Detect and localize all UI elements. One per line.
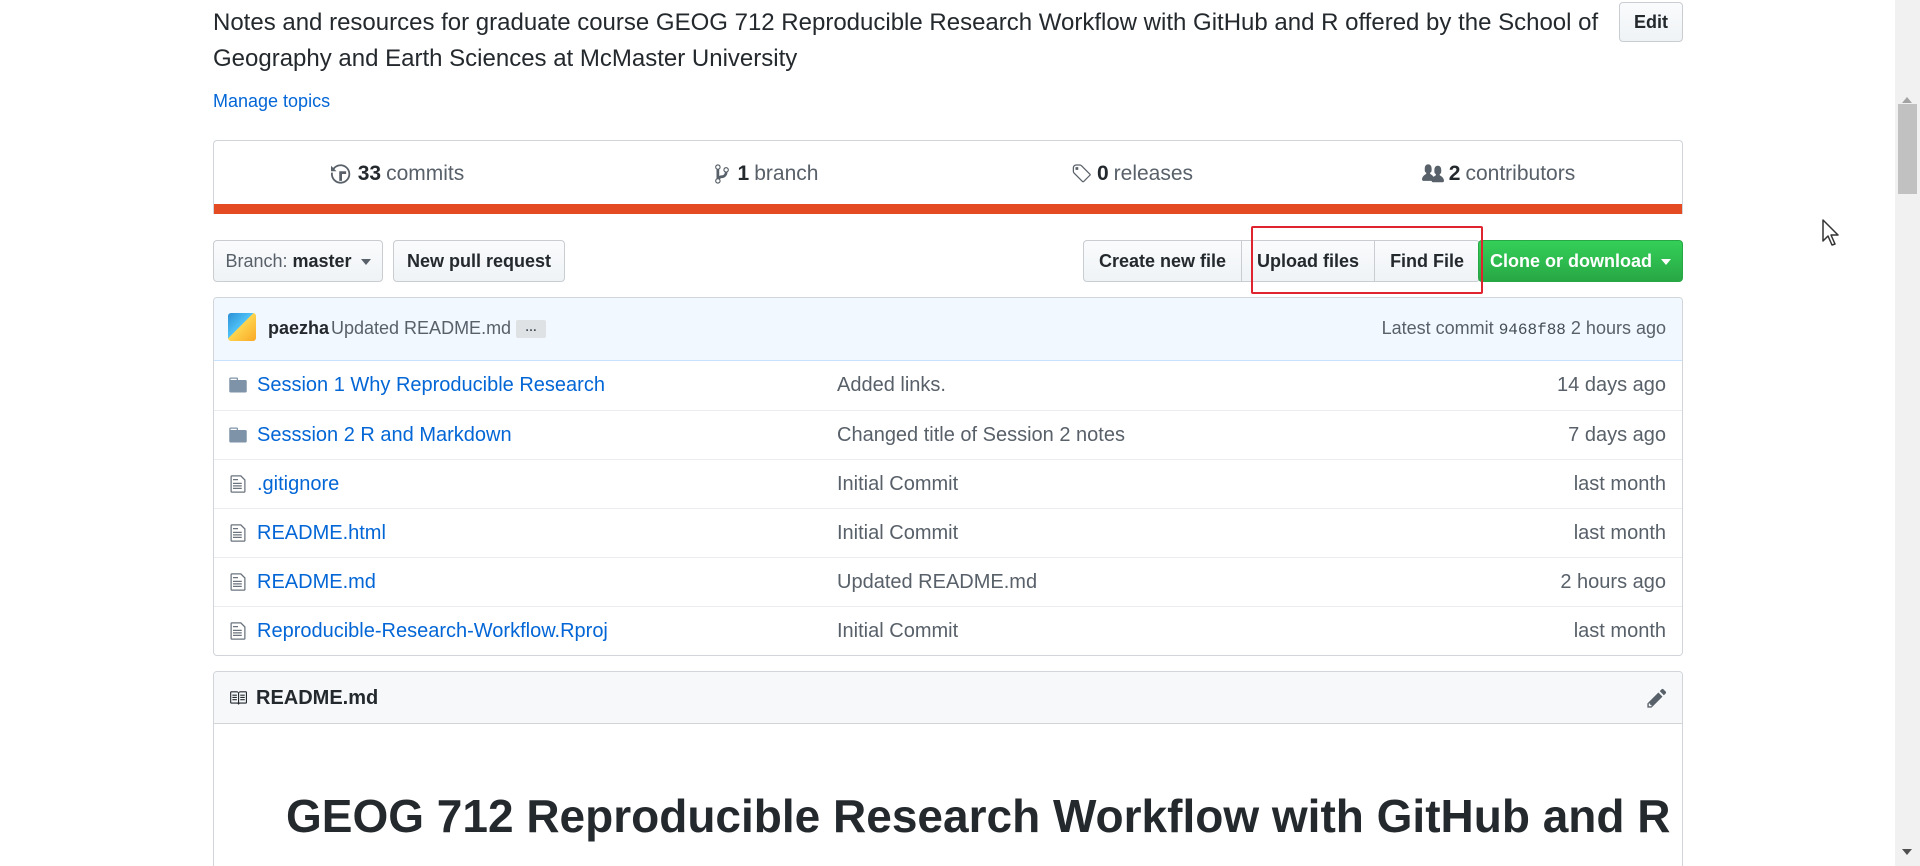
file-commit-message-link[interactable]: Changed title of Session 2 notes xyxy=(837,424,1125,447)
highlight-annotation-box xyxy=(1251,226,1483,294)
file-row: README.md Updated README.md 2 hours ago xyxy=(214,557,1682,606)
contributors-stat[interactable]: 2 contributors xyxy=(1315,141,1682,206)
branch-name: master xyxy=(292,251,352,271)
scroll-up-arrow-icon[interactable] xyxy=(1902,97,1912,103)
latest-commit-age: 2 hours ago xyxy=(1570,318,1666,338)
file-icon xyxy=(228,523,248,543)
author-avatar[interactable] xyxy=(228,313,256,341)
commits-stat[interactable]: 33 commits xyxy=(214,141,581,206)
scroll-down-arrow-icon[interactable] xyxy=(1902,849,1912,855)
repo-description: Notes and resources for graduate course … xyxy=(213,9,1599,72)
contributors-label: contributors xyxy=(1465,161,1576,185)
file-name-link[interactable]: .gitignore xyxy=(257,473,339,496)
readme-header: README.md xyxy=(214,672,1682,724)
create-new-file-button[interactable]: Create new file xyxy=(1083,240,1243,282)
commit-expand-button[interactable]: … xyxy=(516,320,546,338)
tag-icon xyxy=(1072,163,1091,182)
language-bar[interactable] xyxy=(214,204,1682,214)
file-name-link[interactable]: Session 1 Why Reproducible Research xyxy=(257,374,605,397)
repo-summary: 33 commits 1 branch 0 releases 2 contrib… xyxy=(213,140,1683,214)
commit-message-link[interactable]: Updated README.md xyxy=(331,318,511,339)
vertical-scrollbar[interactable] xyxy=(1895,0,1920,866)
file-table: paezha Updated README.md … Latest commit… xyxy=(213,297,1683,656)
commits-count: 33 xyxy=(357,161,382,185)
file-commit-age: last month xyxy=(1573,473,1666,495)
file-row: Sesssion 2 R and Markdown Changed title o… xyxy=(214,410,1682,459)
mouse-cursor-icon xyxy=(1822,219,1839,246)
branches-count: 1 xyxy=(737,161,750,185)
folder-icon xyxy=(228,375,248,395)
branches-stat[interactable]: 1 branch xyxy=(581,141,948,206)
scrollbar-thumb[interactable] xyxy=(1898,104,1917,194)
readme-panel: README.md GEOG 712 Reproducible Research… xyxy=(213,671,1683,866)
history-icon xyxy=(330,163,350,184)
book-icon xyxy=(230,691,247,705)
file-name-link[interactable]: README.html xyxy=(257,522,386,545)
file-commit-message-link[interactable]: Initial Commit xyxy=(837,473,958,496)
readme-heading: GEOG 712 Reproducible Research Workflow … xyxy=(286,790,1671,842)
file-commit-age: 2 hours ago xyxy=(1560,571,1666,593)
releases-count: 0 xyxy=(1096,161,1109,185)
file-icon xyxy=(228,572,248,592)
caret-down-icon xyxy=(360,259,371,266)
contributors-count: 2 xyxy=(1448,161,1461,185)
folder-icon xyxy=(228,425,248,445)
latest-commit-bar: paezha Updated README.md … Latest commit… xyxy=(214,298,1682,361)
file-row: .gitignore Initial Commit last month xyxy=(214,459,1682,508)
pencil-icon[interactable] xyxy=(1646,687,1668,709)
branches-label: branch xyxy=(754,161,819,185)
file-commit-age: last month xyxy=(1573,522,1666,544)
file-icon xyxy=(228,621,248,641)
commit-sha-link[interactable]: 9468f88 xyxy=(1499,321,1566,339)
file-commit-age: 14 days ago xyxy=(1557,374,1666,396)
file-commit-age: last month xyxy=(1573,620,1666,642)
releases-label: releases xyxy=(1113,161,1194,185)
file-commit-message-link[interactable]: Updated README.md xyxy=(837,571,1037,594)
clone-or-download-button[interactable]: Clone or download xyxy=(1478,240,1683,282)
people-icon xyxy=(1421,163,1444,182)
manage-topics-link[interactable]: Manage topics xyxy=(213,91,330,112)
branch-select-button[interactable]: Branch: master xyxy=(213,240,383,282)
file-row: README.html Initial Commit last month xyxy=(214,508,1682,557)
file-commit-age: 7 days ago xyxy=(1568,424,1666,446)
new-pull-request-button[interactable]: New pull request xyxy=(393,240,565,282)
edit-description-button[interactable]: Edit xyxy=(1619,2,1683,42)
file-commit-message-link[interactable]: Added links. xyxy=(837,374,946,397)
file-row: Reproducible-Research-Workflow.Rproj Init… xyxy=(214,606,1682,655)
latest-commit-info: Latest commit 9468f88 2 hours ago xyxy=(1382,318,1666,339)
branch-icon xyxy=(714,163,729,184)
commit-author-link[interactable]: paezha xyxy=(268,318,329,339)
file-row: Session 1 Why Reproducible Research Added… xyxy=(214,361,1682,410)
file-commit-message-link[interactable]: Initial Commit xyxy=(837,620,958,643)
file-name-link[interactable]: Sesssion 2 R and Markdown xyxy=(257,424,512,447)
releases-stat[interactable]: 0 releases xyxy=(948,141,1315,206)
file-name-link[interactable]: Reproducible-Research-Workflow.Rproj xyxy=(257,620,608,643)
clone-or-download-label: Clone or download xyxy=(1489,251,1652,271)
file-icon xyxy=(228,474,248,494)
readme-title: README.md xyxy=(256,687,379,709)
branch-prefix: Branch: xyxy=(225,251,288,271)
commits-label: commits xyxy=(386,161,465,185)
latest-commit-prefix: Latest commit xyxy=(1381,318,1494,338)
file-name-link[interactable]: README.md xyxy=(257,571,376,594)
repo-description-row: Notes and resources for graduate course … xyxy=(213,0,1683,80)
caret-down-icon xyxy=(1661,259,1671,266)
file-commit-message-link[interactable]: Initial Commit xyxy=(837,522,958,545)
